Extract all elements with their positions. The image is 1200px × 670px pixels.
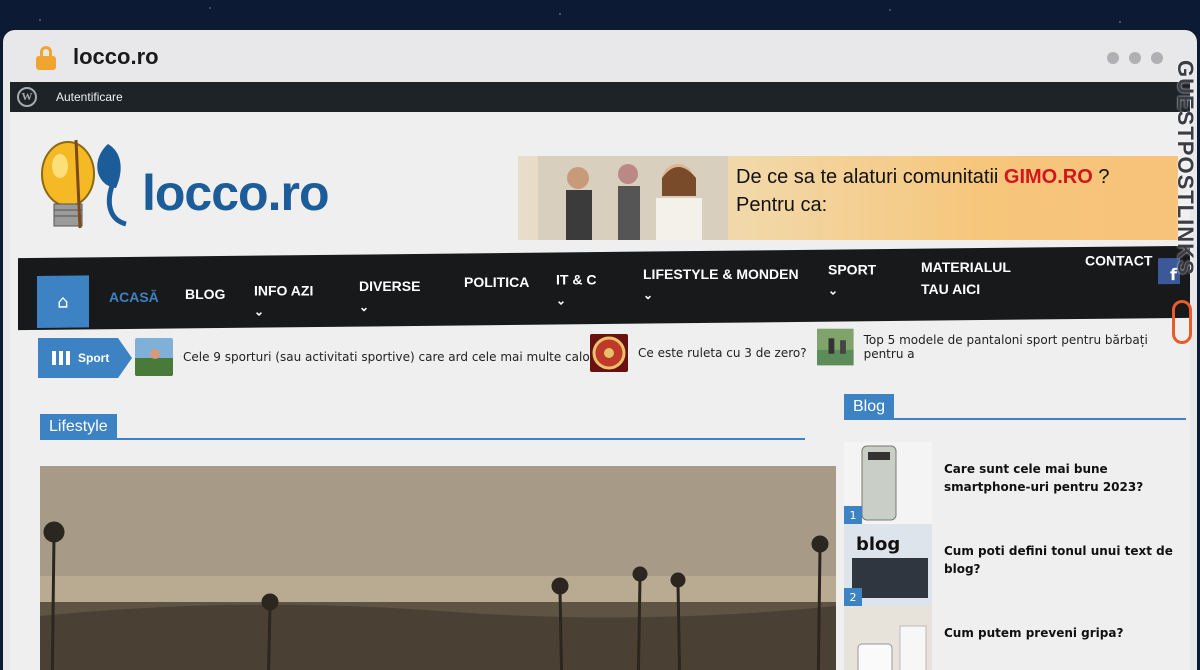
nav-item-sport[interactable]: SPORT ⌄ [828, 261, 876, 297]
ticker-item[interactable]: Cele 9 sporturi (sau activitati sportive… [135, 338, 601, 376]
admin-bar: W Autentificare [10, 82, 1190, 112]
nav-item-lifestyle[interactable]: LIFESTYLE & MONDEN ⌄ [643, 266, 799, 302]
site-header: locco.ro De ce sa te alaturi comunitatii… [10, 112, 1190, 252]
nav-item-materialul[interactable]: MATERIALUL TAU AICI [921, 256, 1041, 301]
banner-line1: De ce sa te alaturi comunitatii GIMO.RO … [736, 166, 1110, 188]
ticker-thumbnail [135, 338, 173, 376]
chevron-down-icon: ⌄ [643, 287, 654, 302]
ticker-item[interactable]: Top 5 modele de pantaloni sport pentru b… [817, 328, 1190, 366]
nav-item-politica[interactable]: POLITICA [464, 274, 529, 290]
nav-item-diverse[interactable]: DIVERSE ⌄ [359, 278, 420, 314]
wordpress-icon[interactable]: W [17, 87, 37, 107]
browser-window: locco.ro W Autentificare locco.ro De ce … [3, 30, 1197, 670]
list-item[interactable]: 3 Cum putem preveni gripa? [844, 606, 1190, 670]
news-ticker: Sport Cele 9 sporturi (sau activitati sp… [30, 328, 1190, 380]
divider [894, 418, 1187, 420]
logo-text: locco.ro [142, 165, 329, 221]
web-page: W Autentificare locco.ro De ce sa te ala… [10, 82, 1190, 670]
svg-text:blog: blog [856, 534, 900, 555]
dot-icon [1107, 52, 1119, 64]
banner-line2: Pentru ca: [736, 194, 828, 216]
dot-icon [1129, 52, 1141, 64]
ticker-thumbnail [590, 334, 628, 372]
list-item-title[interactable]: Cum putem preveni gripa? [944, 624, 1184, 642]
list-item-title[interactable]: Cum poti defini tonul unui text de blog? [944, 542, 1184, 578]
list-item[interactable]: blog 2 Cum poti defini tonul unui text d… [844, 524, 1190, 606]
burned-coast-photo [40, 466, 836, 670]
ticker-item[interactable]: Ce este ruleta cu 3 de zero? [590, 334, 807, 372]
dot-icon [1151, 52, 1163, 64]
people-photo [538, 156, 728, 240]
ad-banner[interactable]: De ce sa te alaturi comunitatii GIMO.RO … [518, 156, 1178, 240]
nav-item-contact[interactable]: CONTACT [1085, 253, 1152, 269]
section-header-blog: Blog [844, 394, 1187, 420]
section-title[interactable]: Lifestyle [40, 414, 117, 440]
featured-image[interactable] [40, 466, 836, 670]
home-icon[interactable]: ⌂ [37, 275, 89, 328]
nav-item-info-azi[interactable]: INFO AZI ⌄ [254, 282, 313, 318]
url-text[interactable]: locco.ro [73, 44, 159, 70]
section-header-lifestyle: Lifestyle [40, 414, 805, 440]
chevron-down-icon: ⌄ [359, 300, 370, 315]
chevron-down-icon: ⌄ [556, 293, 567, 308]
bars-icon [52, 351, 70, 365]
site-logo[interactable]: locco.ro [30, 130, 390, 240]
list-item-title[interactable]: Care sunt cele mai bune smartphone-uri p… [944, 460, 1184, 496]
nav-item-acasa[interactable]: ACASĂ [109, 289, 159, 305]
login-link[interactable]: Autentificare [56, 90, 123, 104]
nav-item-it-c[interactable]: IT & C ⌄ [556, 271, 596, 307]
main-nav: ⌂ ACASĂ BLOG INFO AZI ⌄ DIVERSE ⌄ POLITICA… [18, 245, 1190, 331]
window-controls [1107, 52, 1163, 64]
chevron-down-icon: ⌄ [828, 283, 839, 298]
divider [116, 438, 805, 440]
address-bar[interactable]: locco.ro [3, 30, 1197, 82]
link-icon [1172, 300, 1192, 344]
chevron-down-icon: ⌄ [254, 304, 265, 319]
section-title[interactable]: Blog [844, 394, 895, 420]
blog-list: 1 Care sunt cele mai bune smartphone-uri… [844, 442, 1190, 670]
ticker-thumbnail [817, 328, 854, 366]
nav-item-blog[interactable]: BLOG [185, 286, 225, 302]
ticker-label: Sport [38, 338, 132, 378]
list-item[interactable]: 1 Care sunt cele mai bune smartphone-uri… [844, 442, 1190, 524]
lock-icon [36, 46, 56, 70]
tea-thumbnail [844, 606, 932, 670]
